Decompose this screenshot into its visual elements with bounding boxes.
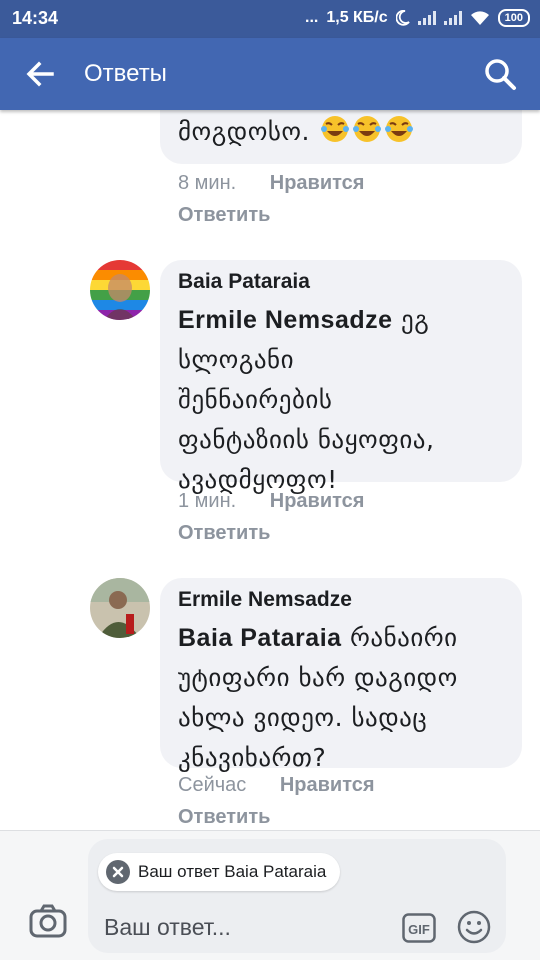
status-dots: ... — [305, 9, 319, 26]
wifi-icon — [470, 11, 489, 25]
reply-button[interactable]: Ответить — [178, 204, 270, 227]
reply-input-box[interactable]: Ваш ответ Baia Pataraia GIF — [88, 839, 506, 953]
mention-link[interactable]: Ermile Nemsadze — [178, 306, 393, 334]
comment-text-line: ახლა ვიდეო. სადაც — [178, 703, 428, 732]
comment-meta: 1 мин. Нравится — [178, 490, 364, 513]
close-icon[interactable] — [106, 860, 130, 884]
comment-text-line: შენნაირების — [178, 385, 333, 414]
avatar-image — [90, 578, 150, 638]
reply-target-chip[interactable]: Ваш ответ Baia Pataraia — [98, 853, 341, 891]
reply-target-label: Ваш ответ Baia Pataraia — [138, 862, 327, 881]
page-title: Ответы — [84, 60, 167, 87]
reply-input[interactable] — [104, 909, 384, 945]
comment-bubble[interactable]: Ermile Nemsadze Baia Pataraia რანაირი უტ… — [160, 578, 522, 772]
battery-indicator: 100 — [497, 9, 530, 27]
signal-icon — [417, 11, 436, 25]
gif-label: GIF — [408, 922, 430, 937]
comment-time: 1 мин. — [178, 490, 237, 512]
like-button[interactable]: Нравится — [270, 172, 365, 194]
avatar[interactable] — [90, 578, 150, 638]
comment-text-line: კნავიხართ? — [178, 743, 327, 772]
signal-icon-2 — [443, 11, 462, 25]
mention-link[interactable]: Baia Pataraia — [178, 624, 342, 652]
search-icon[interactable] — [482, 56, 518, 92]
status-time: 14:34 — [12, 8, 59, 28]
camera-icon[interactable] — [28, 901, 68, 941]
gif-icon[interactable]: GIF — [402, 913, 436, 943]
reply-button[interactable]: Ответить — [178, 806, 270, 829]
reply-composer: Ваш ответ Baia Pataraia GIF — [0, 830, 540, 960]
comment-bubble[interactable]: Baia Pataraia Ermile Nemsadze ეგ სლოგანი… — [160, 260, 522, 494]
comment-text-line: ეგ — [401, 305, 430, 334]
comment-text-line: სლოგანი — [178, 345, 295, 374]
status-bar: 14:34 ... 1,5 КБ/с 100 — [0, 0, 540, 38]
arrow-left-icon[interactable] — [22, 56, 58, 92]
comment-time: Сейчас — [178, 774, 247, 796]
replies-list[interactable]: მოგდოსო. 8 мин. Нравится Ответить Baia P… — [0, 110, 540, 830]
like-button[interactable]: Нравится — [280, 774, 375, 796]
comment-text-line: რანაირი — [350, 623, 458, 652]
comment-text-line: უტიფარი ხარ დაგიდო — [178, 663, 458, 692]
comment-author[interactable]: Baia Pataraia — [178, 270, 504, 294]
comment-bubble[interactable]: მოგდოსო. — [160, 110, 522, 164]
comment-meta: Сейчас Нравится — [178, 774, 375, 797]
comment-meta: 8 мин. Нравится — [178, 172, 364, 195]
reply-button[interactable]: Ответить — [178, 522, 270, 545]
network-speed: 1,5 КБ/с — [326, 9, 388, 26]
comment-author[interactable]: Ermile Nemsadze — [178, 588, 504, 612]
like-button[interactable]: Нравится — [270, 490, 365, 512]
status-right: ... 1,5 КБ/с 100 — [305, 9, 530, 27]
smiley-icon[interactable] — [456, 909, 492, 945]
avatar-image — [90, 260, 150, 320]
app-header: Ответы — [0, 38, 540, 110]
avatar[interactable] — [90, 260, 150, 320]
comment-text: მოგდოსო. — [178, 117, 311, 146]
moon-icon — [395, 10, 410, 26]
tears-of-joy-emoji-icon — [385, 116, 414, 142]
comment-text-line: ფანტაზიის ნაყოფია, — [178, 425, 435, 454]
tears-of-joy-emoji-icon — [321, 116, 350, 142]
tears-of-joy-emoji-icon — [353, 116, 382, 142]
comment-time: 8 мин. — [178, 172, 237, 194]
